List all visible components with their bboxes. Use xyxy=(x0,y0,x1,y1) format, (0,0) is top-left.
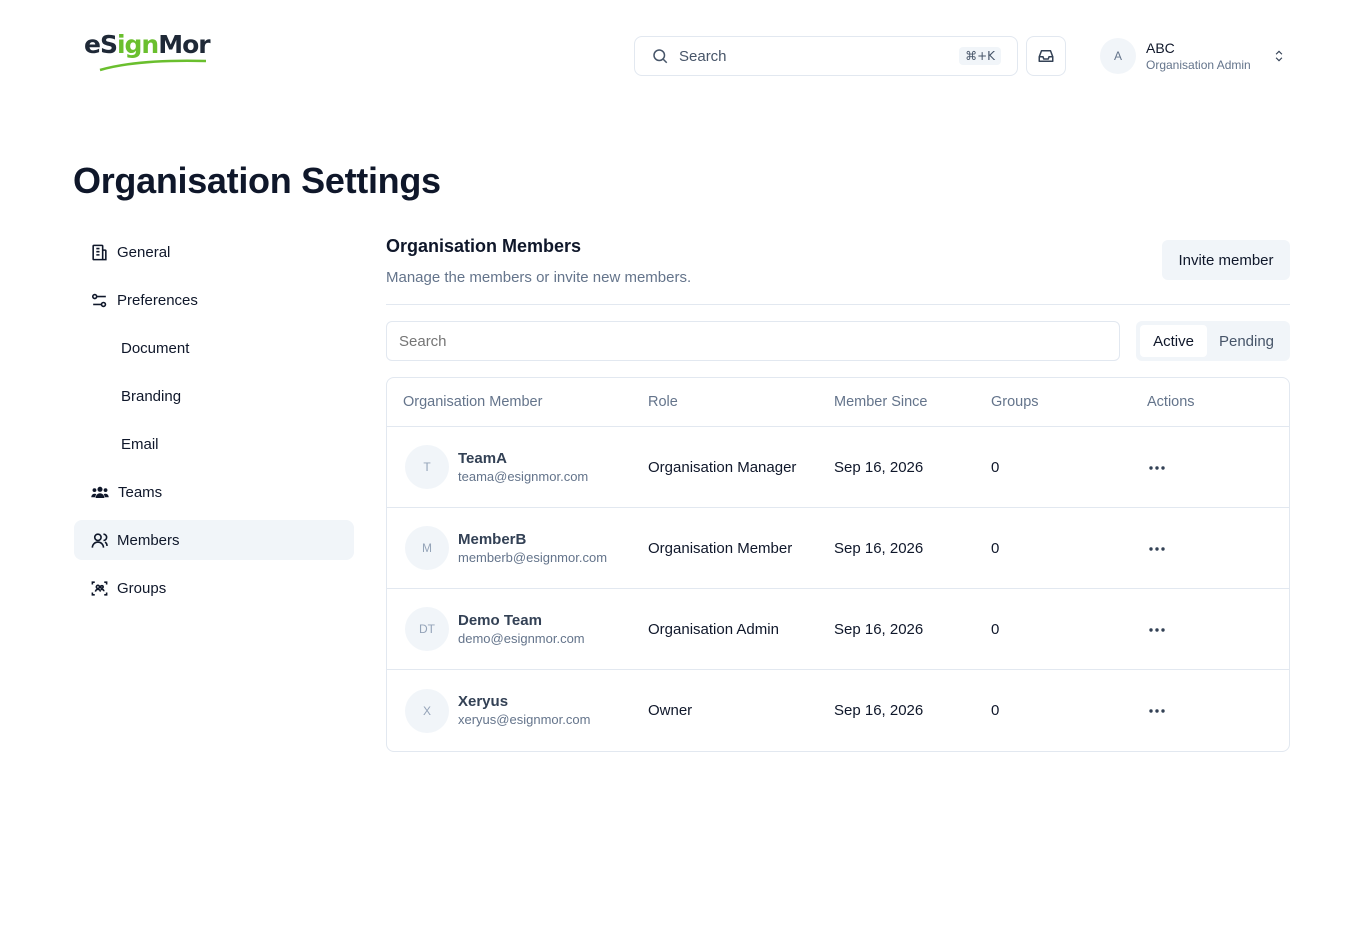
sidebar-item-label: Branding xyxy=(121,387,182,405)
section-title: Organisation Members xyxy=(386,236,582,256)
section-description: Manage the members or invite new members… xyxy=(386,269,692,286)
sidebar-item-label: Members xyxy=(117,531,180,549)
sidebar-item-members[interactable]: Members xyxy=(74,520,354,560)
member-role: Organisation Admin xyxy=(648,620,779,638)
more-horizontal-icon xyxy=(1149,627,1165,632)
sidebar-item-general[interactable]: General xyxy=(74,232,354,272)
member-avatar: M xyxy=(405,526,449,570)
inbox-button[interactable] xyxy=(1026,36,1066,76)
global-search[interactable]: Search ⌘+K xyxy=(634,36,1018,76)
member-role: Owner xyxy=(648,702,693,719)
inbox-icon xyxy=(1038,50,1054,62)
sidebar-item-label: Groups xyxy=(117,579,167,597)
settings-sliders-icon xyxy=(91,293,107,307)
member-name: Xeryus xyxy=(458,693,509,710)
page-title: Organisation Settings xyxy=(73,160,441,201)
column-header-member[interactable]: Organisation Member xyxy=(387,394,648,410)
sidebar-item-label: Preferences xyxy=(117,291,198,309)
sidebar-item-label: General xyxy=(117,243,171,261)
tab-pending[interactable]: Pending xyxy=(1207,325,1286,357)
table-row: M MemberB memberb@esignmor.com Organisat… xyxy=(387,508,1289,589)
more-horizontal-icon xyxy=(1149,709,1165,713)
user-name: ABC xyxy=(1146,40,1175,56)
users-icon xyxy=(91,486,109,498)
column-header-role[interactable]: Role xyxy=(648,394,834,410)
user-role: Organisation Admin xyxy=(1146,58,1251,72)
member-groups: 0 xyxy=(991,702,1000,719)
search-placeholder: Search xyxy=(679,47,727,65)
settings-sidebar: General Preferences Document Branding Em… xyxy=(74,232,354,616)
sidebar-item-label: Document xyxy=(121,339,190,357)
sidebar-item-email[interactable]: Email xyxy=(74,424,354,464)
logo-wordmark: eSignMor xyxy=(84,30,211,59)
member-email: memberb@esignmor.com xyxy=(458,549,608,565)
row-actions-button[interactable] xyxy=(1147,707,1167,715)
member-role: Organisation Member xyxy=(648,539,793,557)
sidebar-item-branding[interactable]: Branding xyxy=(74,376,354,416)
column-header-member-since[interactable]: Member Since xyxy=(834,394,991,410)
tab-active[interactable]: Active xyxy=(1140,325,1207,357)
search-icon xyxy=(653,49,668,64)
sidebar-item-preferences[interactable]: Preferences xyxy=(74,280,354,320)
chevrons-up-down-icon xyxy=(1275,50,1283,62)
more-horizontal-icon xyxy=(1149,546,1165,551)
member-email: xeryus@esignmor.com xyxy=(458,712,591,727)
member-email: teama@esignmor.com xyxy=(458,468,589,484)
sidebar-item-label: Email xyxy=(121,435,159,453)
avatar: A xyxy=(1100,38,1136,74)
member-since: Sep 16, 2026 xyxy=(834,702,924,719)
column-header-groups[interactable]: Groups xyxy=(991,394,1147,410)
table-row: X Xeryus xeryus@esignmor.com Owner Sep 1… xyxy=(387,670,1289,751)
member-name: TeamA xyxy=(458,449,507,467)
user-menu[interactable]: A ABC Organisation Admin xyxy=(1100,38,1286,74)
column-header-actions: Actions xyxy=(1147,394,1195,410)
app-logo[interactable]: eSignMor xyxy=(84,28,211,74)
members-table: Organisation Member Role Member Since Gr… xyxy=(386,377,1290,752)
sidebar-item-teams[interactable]: Teams xyxy=(74,472,354,512)
search-shortcut: ⌘+K xyxy=(959,47,1001,65)
group-scan-icon xyxy=(91,580,108,596)
sidebar-item-groups[interactable]: Groups xyxy=(74,568,354,608)
sidebar-item-document[interactable]: Document xyxy=(74,328,354,368)
member-groups: 0 xyxy=(991,458,1000,476)
row-actions-button[interactable] xyxy=(1147,464,1167,472)
sidebar-item-label: Teams xyxy=(118,483,163,501)
member-avatar: DT xyxy=(405,607,449,651)
member-avatar: T xyxy=(405,445,449,489)
member-name: Demo Team xyxy=(458,611,542,629)
divider xyxy=(386,304,1290,305)
member-role: Organisation Manager xyxy=(648,458,797,476)
table-row: DT Demo Team demo@esignmor.com Organisat… xyxy=(387,589,1289,670)
row-actions-button[interactable] xyxy=(1147,626,1167,634)
status-toggle: Active Pending xyxy=(1136,321,1290,361)
table-row: T TeamA teama@esignmor.com Organisation … xyxy=(387,427,1289,508)
more-horizontal-icon xyxy=(1149,465,1165,470)
building-icon xyxy=(92,244,107,260)
member-since: Sep 16, 2026 xyxy=(834,539,924,557)
table-header: Organisation Member Role Member Since Gr… xyxy=(387,378,1289,427)
member-since: Sep 16, 2026 xyxy=(834,458,924,476)
member-search-input[interactable] xyxy=(386,321,1120,361)
logo-swoosh-icon xyxy=(99,59,207,72)
row-actions-button[interactable] xyxy=(1147,545,1167,553)
member-name: MemberB xyxy=(458,530,527,548)
user-icon xyxy=(91,532,108,548)
member-email: demo@esignmor.com xyxy=(458,630,585,646)
member-since: Sep 16, 2026 xyxy=(834,620,924,638)
member-groups: 0 xyxy=(991,620,1000,638)
member-groups: 0 xyxy=(991,539,1000,557)
member-avatar: X xyxy=(405,688,449,733)
invite-member-button[interactable]: Invite member xyxy=(1162,240,1290,280)
